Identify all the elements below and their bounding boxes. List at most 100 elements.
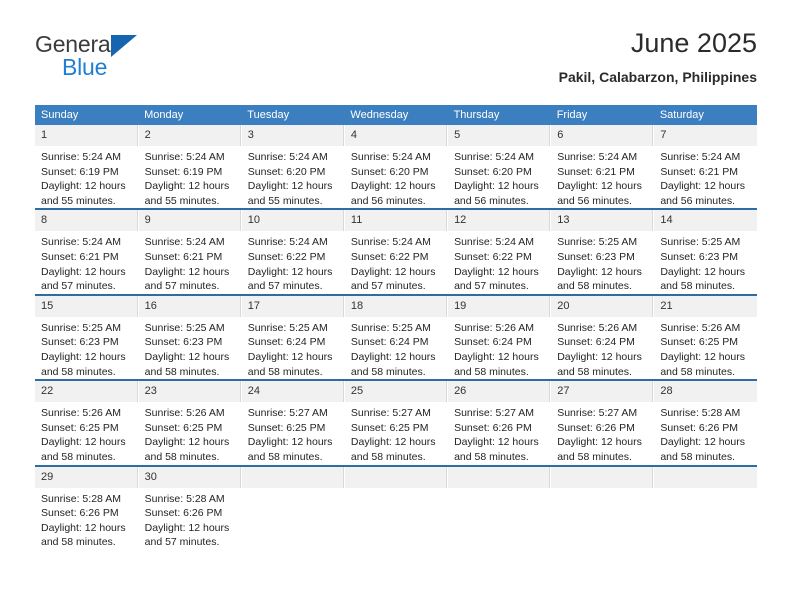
- sunrise-text: Sunrise: 5:26 AM: [660, 321, 741, 334]
- calendar-week-row: 29 Sunrise: 5:28 AM Sunset: 6:26 PM Dayl…: [35, 464, 757, 550]
- calendar-table: Sunday Monday Tuesday Wednesday Thursday…: [35, 105, 757, 550]
- weekday-header-sunday: Sunday: [35, 105, 139, 125]
- daylight-text-line2: and 57 minutes.: [144, 280, 220, 293]
- day-number: 26: [448, 381, 551, 403]
- day-cell[interactable]: 21 Sunrise: 5:26 AM Sunset: 6:25 PM Dayl…: [653, 293, 757, 381]
- day-cell[interactable]: 15 Sunrise: 5:25 AM Sunset: 6:23 PM Dayl…: [35, 293, 139, 381]
- day-cell[interactable]: 17 Sunrise: 5:25 AM Sunset: 6:24 PM Dayl…: [241, 293, 345, 381]
- day-details: Sunrise: 5:26 AM Sunset: 6:24 PM Dayligh…: [551, 317, 653, 379]
- day-number: 3: [241, 125, 344, 146]
- sunrise-text: Sunrise: 5:24 AM: [557, 151, 638, 163]
- sunset-text: Sunset: 6:23 PM: [660, 250, 738, 263]
- day-cell[interactable]: 2 Sunrise: 5:24 AM Sunset: 6:19 PM Dayli…: [138, 125, 242, 210]
- day-cell[interactable]: 25 Sunrise: 5:27 AM Sunset: 6:25 PM Dayl…: [344, 379, 449, 466]
- sunset-text: Sunset: 6:25 PM: [660, 336, 738, 349]
- sunset-text: Sunset: 6:21 PM: [557, 165, 635, 178]
- weekday-header-monday: Monday: [138, 105, 242, 125]
- day-cell[interactable]: 6 Sunrise: 5:24 AM Sunset: 6:21 PM Dayli…: [550, 125, 655, 210]
- day-cell[interactable]: 11 Sunrise: 5:24 AM Sunset: 6:22 PM Dayl…: [344, 208, 449, 295]
- sunset-text: Sunset: 6:20 PM: [247, 165, 326, 178]
- calendar-week-row: 1 Sunrise: 5:24 AM Sunset: 6:19 PM Dayli…: [35, 125, 757, 210]
- daylight-text-line1: Daylight: 12 hours: [247, 350, 333, 363]
- day-cell[interactable]: 3 Sunrise: 5:24 AM Sunset: 6:20 PM Dayli…: [241, 125, 345, 210]
- day-cell[interactable]: 8 Sunrise: 5:24 AM Sunset: 6:21 PM Dayli…: [35, 208, 139, 295]
- day-number: [448, 466, 551, 488]
- daylight-text-line2: and 58 minutes.: [660, 365, 736, 378]
- sunrise-text: Sunrise: 5:24 AM: [454, 236, 535, 249]
- sunrise-text: Sunrise: 5:24 AM: [660, 151, 741, 163]
- day-number: 4: [344, 125, 448, 146]
- daylight-text-line1: Daylight: 12 hours: [350, 180, 436, 193]
- day-details: Sunrise: 5:25 AM Sunset: 6:24 PM Dayligh…: [345, 317, 447, 379]
- sunset-text: Sunset: 6:22 PM: [454, 250, 532, 263]
- sunrise-text: Sunrise: 5:25 AM: [41, 321, 121, 334]
- day-cell-empty: [653, 464, 757, 550]
- day-cell[interactable]: 29 Sunrise: 5:28 AM Sunset: 6:26 PM Dayl…: [35, 464, 139, 550]
- day-cell[interactable]: 13 Sunrise: 5:25 AM Sunset: 6:23 PM Dayl…: [550, 208, 655, 295]
- logo-text-blue: Blue: [62, 54, 108, 80]
- day-cell[interactable]: 18 Sunrise: 5:25 AM Sunset: 6:24 PM Dayl…: [344, 293, 449, 381]
- day-details: Sunrise: 5:24 AM Sunset: 6:22 PM Dayligh…: [345, 231, 447, 293]
- day-number: 23: [138, 381, 241, 403]
- day-cell[interactable]: 12 Sunrise: 5:24 AM Sunset: 6:22 PM Dayl…: [447, 208, 552, 295]
- sunrise-text: Sunrise: 5:25 AM: [660, 236, 741, 249]
- sunset-text: Sunset: 6:25 PM: [247, 421, 326, 434]
- day-cell[interactable]: 28 Sunrise: 5:28 AM Sunset: 6:26 PM Dayl…: [653, 379, 757, 466]
- sunset-text: Sunset: 6:26 PM: [41, 507, 119, 520]
- daylight-text-line1: Daylight: 12 hours: [41, 265, 126, 278]
- daylight-text-line1: Daylight: 12 hours: [350, 350, 436, 363]
- day-cell-empty: [344, 464, 449, 550]
- day-cell[interactable]: 4 Sunrise: 5:24 AM Sunset: 6:20 PM Dayli…: [344, 125, 449, 210]
- day-cell[interactable]: 5 Sunrise: 5:24 AM Sunset: 6:20 PM Dayli…: [447, 125, 552, 210]
- sunset-text: Sunset: 6:23 PM: [144, 336, 223, 349]
- weekday-header-saturday: Saturday: [653, 105, 757, 125]
- sunrise-text: Sunrise: 5:27 AM: [247, 407, 328, 420]
- day-cell[interactable]: 30 Sunrise: 5:28 AM Sunset: 6:26 PM Dayl…: [138, 464, 242, 550]
- day-cell[interactable]: 7 Sunrise: 5:24 AM Sunset: 6:21 PM Dayli…: [653, 125, 757, 210]
- daylight-text-line2: and 58 minutes.: [144, 450, 220, 463]
- day-cell[interactable]: 14 Sunrise: 5:25 AM Sunset: 6:23 PM Dayl…: [653, 208, 757, 295]
- daylight-text-line1: Daylight: 12 hours: [41, 521, 126, 534]
- day-cell[interactable]: 26 Sunrise: 5:27 AM Sunset: 6:26 PM Dayl…: [447, 379, 552, 466]
- day-details: Sunrise: 5:24 AM Sunset: 6:22 PM Dayligh…: [242, 231, 344, 293]
- day-cell[interactable]: 1 Sunrise: 5:24 AM Sunset: 6:19 PM Dayli…: [35, 125, 139, 210]
- day-details: Sunrise: 5:24 AM Sunset: 6:22 PM Dayligh…: [448, 231, 550, 293]
- day-details: [345, 488, 447, 492]
- day-cell[interactable]: 23 Sunrise: 5:26 AM Sunset: 6:25 PM Dayl…: [138, 379, 242, 466]
- daylight-text-line2: and 58 minutes.: [557, 450, 632, 463]
- sunset-text: Sunset: 6:20 PM: [350, 165, 429, 178]
- day-cell[interactable]: 16 Sunrise: 5:25 AM Sunset: 6:23 PM Dayl…: [138, 293, 242, 381]
- day-number: 9: [138, 210, 241, 232]
- daylight-text-line2: and 56 minutes.: [557, 194, 632, 207]
- daylight-text-line1: Daylight: 12 hours: [454, 436, 539, 449]
- sunrise-text: Sunrise: 5:24 AM: [144, 151, 225, 163]
- sunrise-text: Sunrise: 5:27 AM: [350, 407, 431, 420]
- sunrise-text: Sunrise: 5:28 AM: [144, 492, 225, 505]
- day-number: 27: [551, 381, 654, 403]
- day-cell[interactable]: 22 Sunrise: 5:26 AM Sunset: 6:25 PM Dayl…: [35, 379, 139, 466]
- day-number: [344, 466, 448, 488]
- day-cell[interactable]: 19 Sunrise: 5:26 AM Sunset: 6:24 PM Dayl…: [447, 293, 552, 381]
- day-cell[interactable]: 10 Sunrise: 5:24 AM Sunset: 6:22 PM Dayl…: [241, 208, 345, 295]
- day-number: 21: [654, 295, 757, 317]
- day-cell[interactable]: 9 Sunrise: 5:24 AM Sunset: 6:21 PM Dayli…: [138, 208, 242, 295]
- daylight-text-line1: Daylight: 12 hours: [660, 350, 745, 363]
- sunset-text: Sunset: 6:19 PM: [41, 165, 119, 178]
- day-cell[interactable]: 20 Sunrise: 5:26 AM Sunset: 6:24 PM Dayl…: [550, 293, 655, 381]
- day-number: 22: [35, 381, 138, 403]
- calendar-body: 1 Sunrise: 5:24 AM Sunset: 6:19 PM Dayli…: [35, 125, 757, 550]
- sunrise-text: Sunrise: 5:28 AM: [41, 492, 121, 505]
- daylight-text-line1: Daylight: 12 hours: [454, 350, 539, 363]
- daylight-text-line1: Daylight: 12 hours: [247, 180, 333, 193]
- day-number: 29: [35, 466, 138, 488]
- generalblue-logo[interactable]: General Blue: [35, 32, 215, 88]
- sunrise-text: Sunrise: 5:24 AM: [41, 151, 121, 163]
- day-details: Sunrise: 5:26 AM Sunset: 6:25 PM Dayligh…: [139, 402, 241, 464]
- day-details: Sunrise: 5:27 AM Sunset: 6:25 PM Dayligh…: [345, 402, 447, 464]
- sunset-text: Sunset: 6:24 PM: [350, 336, 429, 349]
- day-cell[interactable]: 27 Sunrise: 5:27 AM Sunset: 6:26 PM Dayl…: [550, 379, 655, 466]
- daylight-text-line1: Daylight: 12 hours: [247, 265, 333, 278]
- sunset-text: Sunset: 6:25 PM: [41, 421, 119, 434]
- day-cell[interactable]: 24 Sunrise: 5:27 AM Sunset: 6:25 PM Dayl…: [241, 379, 345, 466]
- sunset-text: Sunset: 6:25 PM: [350, 421, 429, 434]
